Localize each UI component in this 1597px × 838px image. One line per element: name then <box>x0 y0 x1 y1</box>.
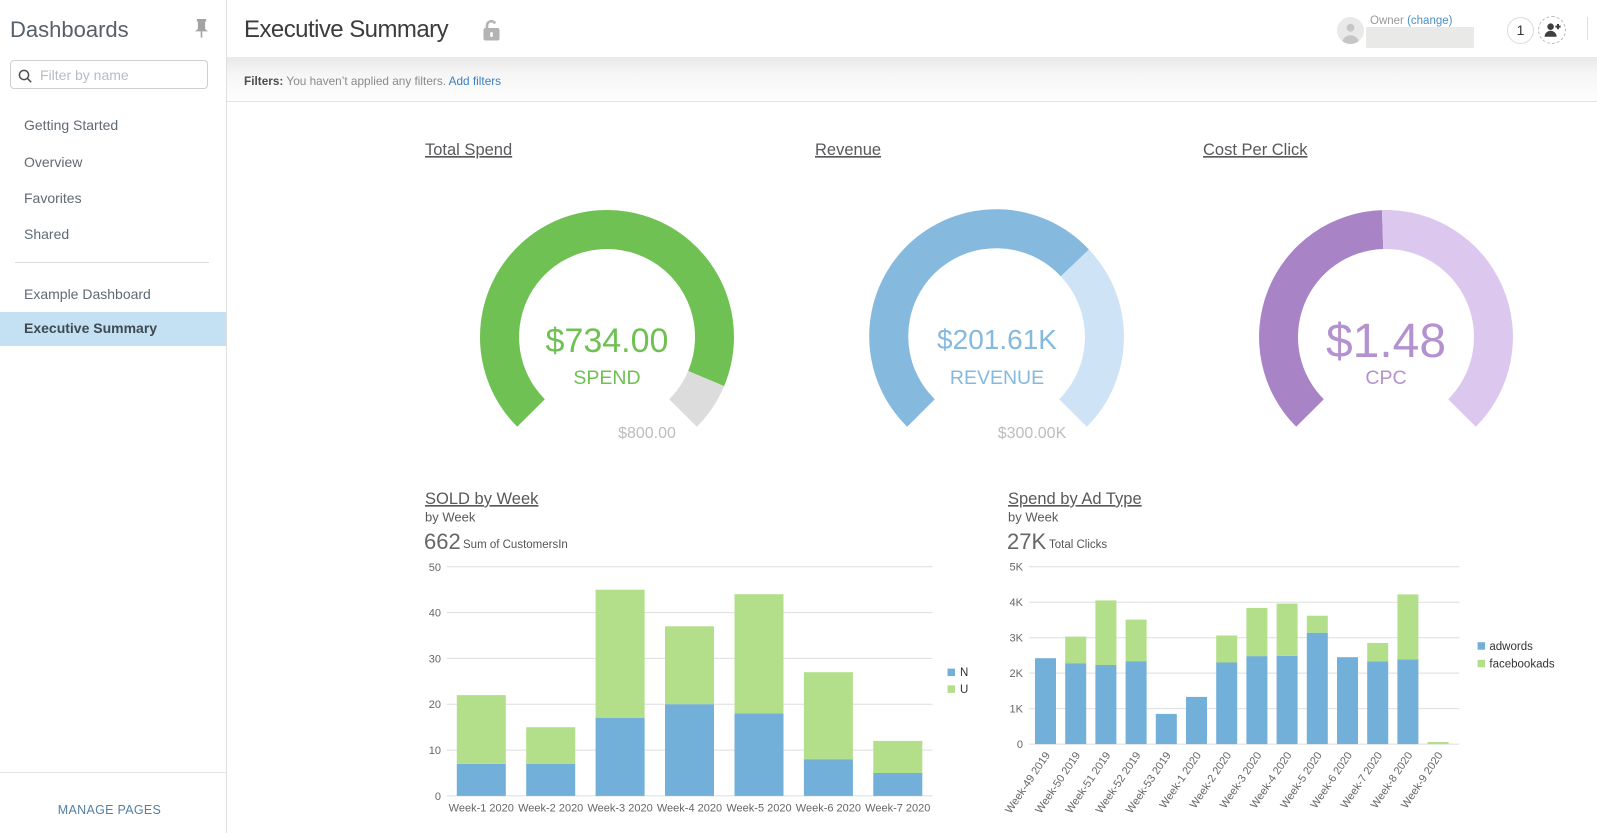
svg-text:27K: 27K <box>1007 529 1046 554</box>
svg-text:Week-3 2020: Week-3 2020 <box>587 803 652 815</box>
svg-text:20: 20 <box>429 699 441 711</box>
svg-text:$800.00: $800.00 <box>618 425 676 442</box>
svg-text:5K: 5K <box>1010 562 1024 574</box>
svg-text:30: 30 <box>429 653 441 665</box>
svg-text:adwords: adwords <box>1489 641 1533 653</box>
svg-text:Revenue: Revenue <box>815 141 881 159</box>
svg-text:Week-4 2020: Week-4 2020 <box>657 803 722 815</box>
svg-text:Week-5 2020: Week-5 2020 <box>726 803 791 815</box>
svg-text:Week-6 2020: Week-6 2020 <box>796 803 861 815</box>
svg-text:662: 662 <box>424 529 461 554</box>
svg-text:1K: 1K <box>1010 704 1024 716</box>
svg-text:SOLD by Week: SOLD by Week <box>425 490 539 508</box>
svg-text:$734.00: $734.00 <box>546 322 669 360</box>
svg-text:Week-2 2020: Week-2 2020 <box>518 803 583 815</box>
svg-text:by Week: by Week <box>425 510 476 525</box>
svg-text:40: 40 <box>429 608 441 620</box>
svg-text:REVENUE: REVENUE <box>950 367 1044 389</box>
svg-text:4K: 4K <box>1010 597 1024 609</box>
svg-text:Total Spend: Total Spend <box>425 141 512 159</box>
svg-text:0: 0 <box>1017 739 1023 751</box>
svg-text:$300.00K: $300.00K <box>998 425 1067 442</box>
svg-text:0: 0 <box>435 791 441 803</box>
svg-text:$1.48: $1.48 <box>1326 315 1446 368</box>
svg-text:N: N <box>960 667 968 679</box>
svg-text:2K: 2K <box>1010 668 1024 680</box>
svg-text:by Week: by Week <box>1008 510 1059 525</box>
svg-text:$201.61K: $201.61K <box>937 324 1057 355</box>
svg-text:SPEND: SPEND <box>573 367 640 389</box>
svg-text:50: 50 <box>429 562 441 574</box>
svg-text:Total Clicks: Total Clicks <box>1049 539 1107 551</box>
svg-text:10: 10 <box>429 745 441 757</box>
svg-text:Sum of CustomersIn: Sum of CustomersIn <box>463 539 568 551</box>
svg-text:CPC: CPC <box>1365 367 1406 389</box>
svg-text:facebookads: facebookads <box>1489 658 1554 670</box>
svg-text:Week-7 2020: Week-7 2020 <box>865 803 930 815</box>
svg-text:Cost Per Click: Cost Per Click <box>1203 141 1308 159</box>
svg-text:Spend by Ad Type: Spend by Ad Type <box>1008 490 1142 508</box>
svg-text:Week-1 2020: Week-1 2020 <box>449 803 514 815</box>
svg-text:3K: 3K <box>1010 633 1024 645</box>
svg-text:U: U <box>960 684 968 696</box>
